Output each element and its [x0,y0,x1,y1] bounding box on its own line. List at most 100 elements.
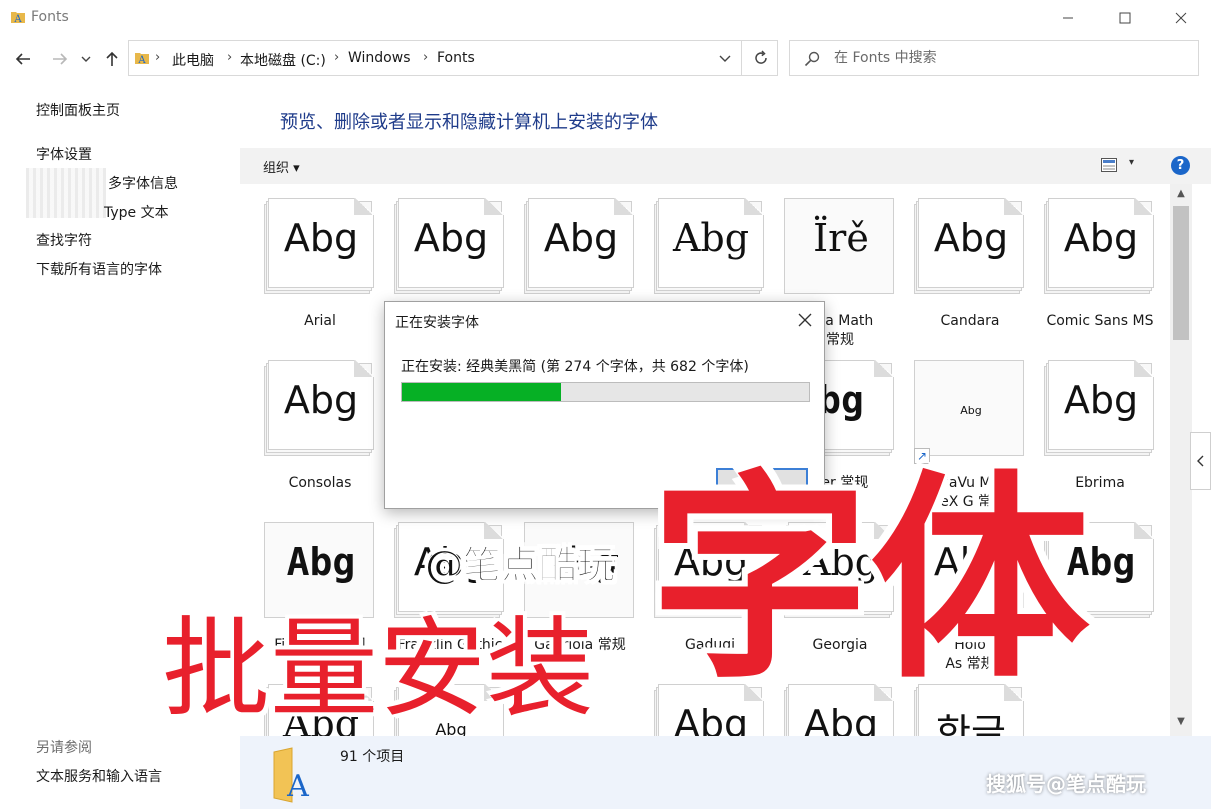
font-sample-text: Abg [543,216,619,260]
close-icon [798,313,812,327]
shortcut-arrow-icon: ↗ [914,448,930,464]
search-box[interactable] [789,40,1199,76]
page-title: 预览、删除或者显示和隐藏计算机上安装的字体 [280,112,658,133]
font-preview: 한글 [914,684,1024,736]
view-options-dropdown-button[interactable]: ▾ [1129,157,1134,168]
font-sample-text: Abg [673,540,749,584]
address-bar[interactable]: A › 此电脑 › 本地磁盘 (C:) › Windows › Fonts [128,40,778,76]
command-bar: 组织 ▾ ▾ ? [240,148,1211,184]
fonts-folder-icon: A [273,747,309,804]
font-sample-text: Abg [1063,378,1139,422]
address-dropdown-button[interactable] [715,49,735,69]
font-name: Ebrima [1075,475,1125,491]
font-sample-text: Abg [283,216,359,260]
chevron-right-icon: › [334,50,340,65]
font-sample-text: Abg [933,540,1009,584]
font-preview: Abg [654,684,764,736]
font-tile[interactable]: Abg Georgia [760,508,894,668]
font-tile[interactable]: Abg Gabriola 常规 [500,508,634,668]
refresh-button[interactable] [741,41,779,75]
up-button[interactable] [100,48,124,70]
scroll-down-arrow-icon[interactable]: ▼ [1170,716,1192,732]
close-button[interactable] [1153,0,1209,36]
view-options-icon[interactable] [1101,158,1117,172]
font-tile[interactable]: Abg Consolas [240,346,374,506]
font-tile[interactable]: Abg Fixedsys 常规 [240,508,374,668]
font-preview: Abg [394,684,504,736]
breadcrumb-windows[interactable]: Windows [348,50,411,66]
font-preview: Abg [784,684,894,736]
font-tile[interactable]: Abg [1020,508,1154,668]
font-sample-text: Abg [282,702,360,736]
font-preview: Abg ↗ [914,360,1024,464]
chevron-right-icon: › [423,50,429,65]
font-tile[interactable]: Abg Arial [240,184,374,344]
font-tile[interactable]: Abg ↗ DejaVu Math TeX G 常规 [890,346,1024,510]
sidebar-link-type-text[interactable]: Type 文本 [104,202,169,222]
font-name: Comic Sans MS [1046,313,1154,329]
font-preview: Abg [1044,522,1154,618]
font-tile[interactable]: Abg Comic Sans MS [1020,184,1154,344]
expand-pane-button[interactable] [1190,432,1211,490]
recent-locations-button[interactable] [76,48,96,70]
refresh-icon [754,50,767,64]
help-icon[interactable]: ? [1171,156,1190,175]
breadcrumb-fonts[interactable]: Fonts [437,50,475,66]
breadcrumb-this-pc[interactable]: 此电脑 [172,50,214,70]
back-button[interactable] [11,48,35,70]
install-progress-bar [401,382,810,402]
font-preview: Abg [914,198,1024,294]
font-preview: Abg [394,198,504,294]
font-preview: Abg [394,522,504,618]
font-tile[interactable]: 한글 [890,670,1024,736]
font-sample-text: Abg [413,540,489,584]
font-preview: Abg [264,360,374,456]
font-tile[interactable]: Abg Candara [890,184,1024,344]
dialog-close-button[interactable] [795,310,815,330]
font-preview: Abg [524,522,634,618]
font-tile[interactable]: Abg [760,670,894,736]
font-tile[interactable]: Abg Franklin Gothic [370,508,504,668]
font-preview: Abg [784,522,894,618]
title-bar: A Fonts [0,0,1211,36]
organize-menu-button[interactable]: 组织 ▾ [263,157,300,176]
minimize-button[interactable] [1040,0,1096,36]
font-preview: Ïrě [784,198,894,294]
font-sample-text: Abg [283,378,359,422]
item-count: 91 个项目 [340,749,405,765]
maximize-button[interactable] [1097,0,1153,36]
forward-button[interactable] [48,48,72,70]
stop-button[interactable]: 停止 [716,468,808,494]
breadcrumb-local-disk[interactable]: 本地磁盘 (C:) [240,50,326,70]
font-tile[interactable]: Abg Ebrima [1020,346,1154,506]
font-tile[interactable]: Abg [630,670,764,736]
font-tile[interactable]: Abg [370,670,504,736]
search-icon [804,51,820,67]
font-sample-text: Abg [1066,540,1136,584]
sidebar-link-font-settings[interactable]: 字体设置 [36,144,92,164]
vertical-scrollbar[interactable]: ▲ ▼ [1170,184,1192,736]
font-tile[interactable]: Abg Gadugi [630,508,764,668]
chevron-down-icon [719,55,731,62]
search-input[interactable] [834,47,1184,69]
sidebar-link-font-info[interactable]: 多字体信息 [108,173,178,193]
font-sample-text: Ïrě [813,216,869,260]
scroll-up-arrow-icon[interactable]: ▲ [1170,188,1192,204]
font-preview: Abg [654,198,764,294]
sidebar-link-text-services[interactable]: 文本服务和输入语言 [36,766,162,786]
scroll-thumb[interactable] [1173,206,1189,340]
font-sample-text: Abg [933,216,1009,260]
font-sample-text: Abg [286,540,356,584]
sidebar-link-find-character[interactable]: 查找字符 [36,230,92,250]
font-sample-text: Abg [1063,216,1139,260]
install-status-text: 正在安装: 经典美黑简 (第 274 个字体，共 682 个字体) [401,359,749,375]
svg-text:A: A [137,55,146,66]
svg-text:A: A [13,14,22,25]
font-sample-text: Abg [435,720,467,736]
font-tile[interactable]: Abg Holo As 常规 [890,508,1024,672]
font-tile[interactable]: Abg [240,670,374,736]
font-sample-text: Abg [672,216,750,260]
sidebar-link-control-panel-home[interactable]: 控制面板主页 [36,100,120,120]
sidebar-link-download-fonts[interactable]: 下载所有语言的字体 [36,259,162,279]
font-preview: Abg [524,198,634,294]
